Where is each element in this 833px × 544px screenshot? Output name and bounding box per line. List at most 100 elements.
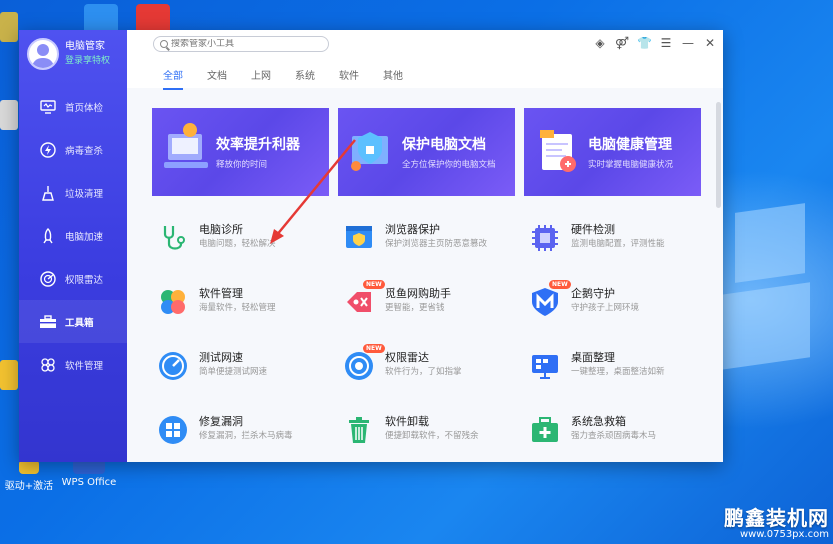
scrollbar[interactable] [716,102,721,208]
tool-uninstall[interactable]: 软件卸载 便捷卸载软件，不留残余 [343,414,523,454]
minimize-icon[interactable]: — [681,36,695,50]
desktop-icon-partial[interactable] [0,360,18,390]
category-tabs: 全部 文档 上网 系统 软件 其他 [163,67,427,90]
new-badge: NEW [363,344,385,353]
health-illustration-icon [540,130,576,172]
banner-health[interactable]: 电脑健康管理 实时掌握电脑健康状况 [524,108,701,196]
tool-fix-vulnerability[interactable]: 修复漏洞 修复漏洞，拦杀木马病毒 [157,414,337,454]
tool-browser-protect[interactable]: 浏览器保护 保护浏览器主页防恶意篡改 [343,222,523,262]
windows-logo-pane [735,203,805,283]
desktop-icon-partial[interactable] [0,100,18,130]
login-link[interactable]: 登录享特权 [65,54,110,68]
main-content: ◈ ⚤ 👕 ☰ — ✕ 全部 文档 上网 系统 软件 其他 [127,30,723,462]
tool-title: 权限雷达 [385,351,429,364]
tool-pc-clinic[interactable]: 电脑诊所 电脑问题，轻松解决 [157,222,337,262]
tool-speed-test[interactable]: 测试网速 简单便捷测试网速 [157,350,337,390]
skin-shirt-icon[interactable]: 👕 [637,36,652,50]
tool-title: 硬件检测 [571,223,615,236]
tool-title: 觅鱼网购助手 [385,287,451,300]
close-icon[interactable]: ✕ [703,36,717,50]
sidebar-item-label: 病毒查杀 [65,145,104,157]
banner-subtitle: 释放你的时间 [216,160,268,170]
search-input[interactable] [171,39,321,49]
desktop-icon-partial[interactable] [0,12,18,42]
banner-title: 保护电脑文档 [402,137,486,153]
user-name: 电脑管家 [65,41,105,52]
feature-banners: 效率提升利器 释放你的时间 保护电脑文档 全方位保护你的电脑文档 电脑健康管理 … [152,108,701,196]
tool-desc: 便捷卸载软件，不留残余 [385,431,479,441]
sidebar-item-label: 电脑加速 [65,231,104,243]
desktop-icon [532,355,558,379]
tool-title: 修复漏洞 [199,415,243,428]
tool-title: 桌面整理 [571,351,615,364]
sidebar-item-checkup[interactable]: 首页体检 [19,85,127,128]
sidebar-item-cleanup[interactable]: 垃圾清理 [19,171,127,214]
tool-desc: 简单便捷测试网速 [199,367,268,377]
tool-desc: 一键整理，桌面整洁如新 [571,367,665,377]
sidebar-item-software[interactable]: 软件管理 [19,343,127,386]
tool-title: 电脑诊所 [199,223,243,236]
tool-desktop-organizer[interactable]: 桌面整理 一键整理，桌面整洁如新 [529,350,709,390]
tab-all[interactable]: 全部 [163,67,183,90]
m-shield-icon [532,288,558,316]
tool-software-manager[interactable]: 软件管理 海量软件，轻松管理 [157,286,337,326]
tool-title: 浏览器保护 [385,223,440,236]
sidebar-item-label: 软件管理 [65,360,104,372]
speedometer-icon [159,352,187,380]
banner-title: 电脑健康管理 [588,137,672,153]
avatar[interactable] [27,38,59,70]
tool-title: 软件管理 [199,287,243,300]
sidebar-item-permission-radar[interactable]: 权限雷达 [19,257,127,300]
sidebar-item-label: 权限雷达 [65,274,104,286]
desktop-icon-label: WPS Office [61,477,117,488]
menu-icon[interactable]: ☰ [659,36,673,50]
tool-title: 系统急救箱 [571,415,626,428]
gender-settings-icon[interactable]: ⚤ [615,36,629,50]
search-icon [160,40,168,48]
tool-desc: 软件行为，了如指掌 [385,367,462,377]
chip-icon [532,225,558,251]
tool-penguin-guard[interactable]: NEW 企鹅守护 守护孩子上网环境 [529,280,709,326]
rocket-icon [39,227,57,245]
tool-desc: 监测电脑配置，评测性能 [571,239,665,249]
monitor-icon [39,98,57,116]
document-shield-illustration-icon [351,132,388,171]
banner-subtitle: 实时掌握电脑健康状况 [588,160,674,170]
tool-desc: 修复漏洞，拦杀木马病毒 [199,431,293,441]
banner-protect-docs[interactable]: 保护电脑文档 全方位保护你的电脑文档 [338,108,515,196]
tab-system[interactable]: 系统 [295,67,315,90]
sidebar-item-virus-scan[interactable]: 病毒查杀 [19,128,127,171]
first-aid-icon [532,417,558,442]
tool-desc: 保护浏览器主页防恶意篡改 [385,239,488,249]
tab-software[interactable]: 软件 [339,67,359,90]
watermark-title: 鹏鑫装机网 [724,506,829,530]
sidebar-nav: 首页体检 病毒查杀 垃圾清理 电脑加速 权限雷达 工具箱 软件管理 [19,85,127,386]
tool-permission-radar[interactable]: NEW 权限雷达 软件行为，了如指掌 [343,344,523,390]
apps-icon [39,356,57,374]
windows-icon [159,416,187,444]
tool-system-rescue[interactable]: 系统急救箱 强力查杀顽固病毒木马 [529,414,709,454]
tool-shopping-assistant[interactable]: NEW 觅鱼网购助手 更智能，更省钱 [343,280,523,326]
tool-hardware-check[interactable]: 硬件检测 监测电脑配置，评测性能 [529,222,709,262]
pinwheel-icon [161,290,185,314]
user-profile[interactable]: 电脑管家 登录享特权 [27,38,110,70]
window-controls: ◈ ⚤ 👕 ☰ — ✕ [593,36,717,50]
tab-internet[interactable]: 上网 [251,67,271,90]
sidebar-item-speedup[interactable]: 电脑加速 [19,214,127,257]
diamond-icon[interactable]: ◈ [593,36,607,50]
sidebar-item-label: 首页体检 [65,102,104,114]
tab-documents[interactable]: 文档 [207,67,227,90]
search-box[interactable] [153,36,329,52]
tool-desc: 更智能，更省钱 [385,303,445,313]
toolbox-icon [39,313,57,331]
browser-shield-icon [346,226,372,248]
banner-efficiency[interactable]: 效率提升利器 释放你的时间 [152,108,329,196]
tool-title: 测试网速 [199,351,243,364]
radar-icon [39,270,57,288]
top-bar: ◈ ⚤ 👕 ☰ — ✕ 全部 文档 上网 系统 软件 其他 [127,30,723,90]
watermark-url: www.0753px.com [739,529,829,540]
tab-other[interactable]: 其他 [383,67,403,90]
sidebar-item-toolbox[interactable]: 工具箱 [19,300,127,343]
stethoscope-icon [163,226,185,250]
lightning-icon [39,141,57,159]
